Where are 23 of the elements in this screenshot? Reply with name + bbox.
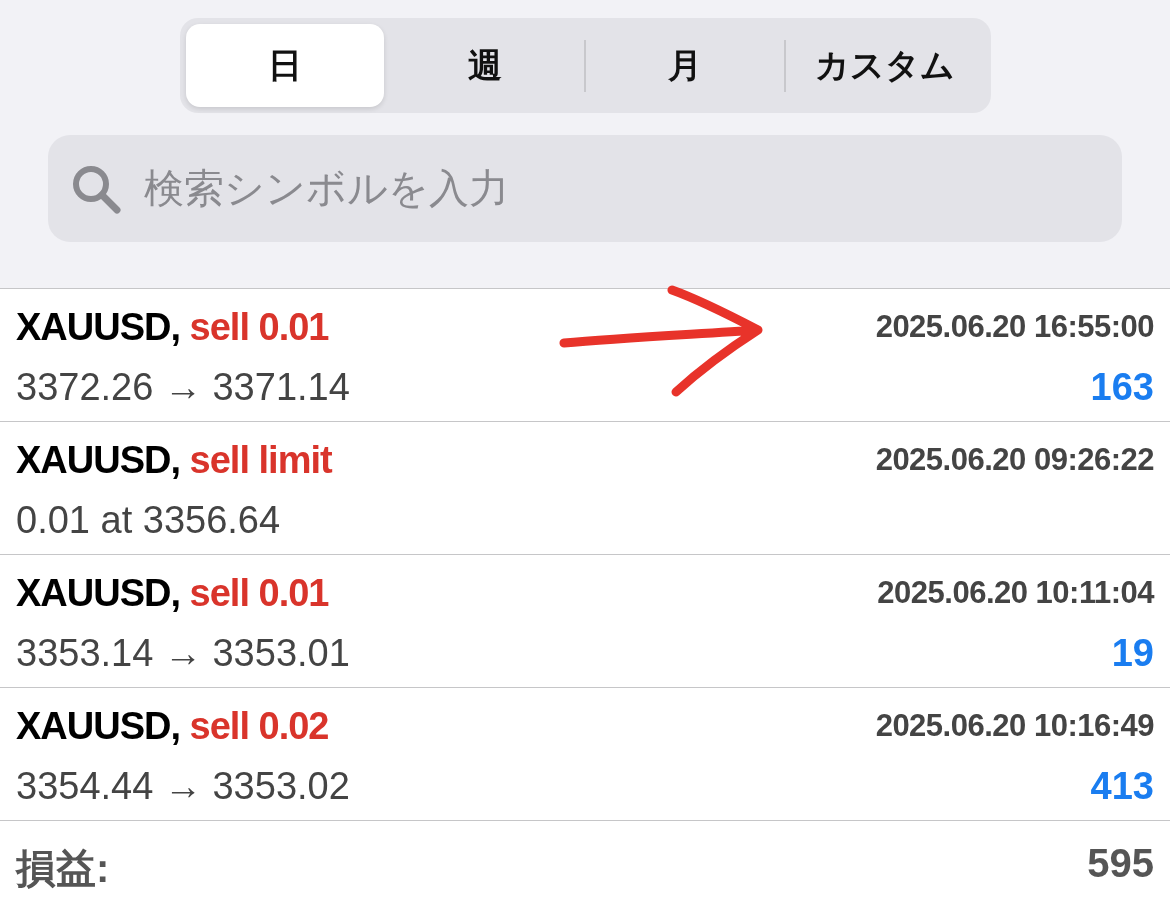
trade-time: 2025.06.20 09:26:22 [875,442,1154,478]
total-value: 595 [1087,841,1154,887]
period-tab[interactable]: 月 [586,24,785,107]
trade-detail: 3353.14 → 3353.01 [16,631,350,675]
trade-time: 2025.06.20 10:11:04 [877,575,1154,611]
trade-detail: 3354.44 → 3353.02 [16,764,350,808]
period-tab[interactable]: カスタム [786,24,985,107]
trade-title: XAUUSD, sell limit [16,438,332,482]
trade-profit: 19 [1111,631,1154,675]
trade-profit: 163 [1090,365,1154,409]
trade-title: XAUUSD, sell 0.01 [16,305,329,349]
trade-detail: 0.01 at 3356.64 [16,498,281,542]
trade-time: 2025.06.20 10:16:49 [875,708,1154,744]
period-tab[interactable]: 日 [185,24,384,107]
trade-profit: 413 [1090,764,1154,808]
search-field[interactable]: 検索シンボルを入力 [48,135,1122,242]
search-icon [70,163,122,215]
total-label: 損益: [16,845,110,892]
trade-time: 2025.06.20 16:55:00 [875,309,1154,345]
trade-detail: 3372.26 → 3371.14 [16,365,350,409]
trade-title: XAUUSD, sell 0.02 [16,704,329,748]
period-tab[interactable]: 週 [385,24,584,107]
trade-title: XAUUSD, sell 0.01 [16,571,329,615]
